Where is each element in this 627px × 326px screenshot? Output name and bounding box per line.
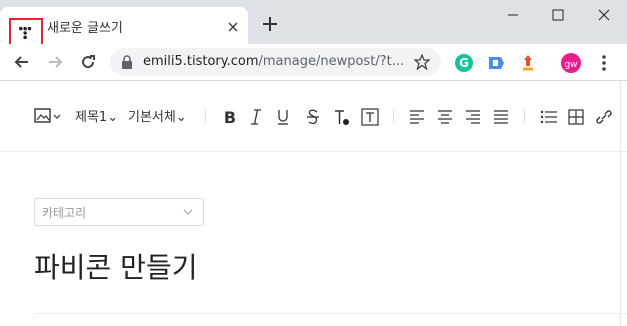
toolbar-divider	[205, 109, 206, 123]
svg-text:B: B	[224, 108, 236, 127]
font-dropdown[interactable]: 기본서체⌄	[128, 106, 187, 128]
align-left-icon[interactable]	[409, 106, 425, 128]
tab-title: 새로운 글쓰기	[47, 21, 123, 36]
table-icon[interactable]	[568, 106, 584, 128]
heading-dropdown[interactable]: 제목1⌄	[75, 106, 118, 128]
chevron-down-icon: ⌄	[107, 110, 119, 125]
maximize-icon[interactable]	[535, 0, 581, 30]
align-center-icon[interactable]	[437, 106, 453, 128]
title-divider	[34, 313, 627, 314]
close-icon[interactable]	[581, 0, 627, 30]
url-host: emili5.tistory.com	[143, 54, 259, 69]
address-bar[interactable]: emili5.tistory.com/manage/newpost/?t...	[110, 48, 441, 76]
text-background-icon[interactable]	[361, 106, 379, 128]
tab-close-icon[interactable]	[226, 20, 240, 34]
back-arrow-icon[interactable]	[12, 52, 32, 72]
tag-extension-icon[interactable]	[486, 53, 506, 73]
insert-image-button[interactable]	[34, 106, 62, 128]
font-dropdown-label: 기본서체	[128, 110, 176, 125]
underline-icon[interactable]	[275, 106, 291, 128]
toolbar-divider	[393, 109, 394, 123]
new-tab-icon[interactable]	[262, 16, 278, 32]
tab-strip: 새로운 글쓰기	[0, 0, 627, 48]
toolbar-divider	[524, 109, 525, 123]
url-path: /manage/newpost/?t...	[258, 54, 405, 69]
svg-text:G: G	[459, 56, 469, 70]
tistory-icon	[19, 26, 32, 40]
profile-avatar[interactable]: gw	[561, 53, 581, 73]
chevron-down-icon: ⌄	[175, 110, 187, 125]
image-icon	[34, 108, 61, 123]
category-dropdown[interactable]: 카테고리	[34, 198, 204, 226]
bookmark-star-icon[interactable]	[414, 54, 430, 70]
strikethrough-icon[interactable]	[305, 106, 321, 128]
lock-icon	[122, 55, 132, 69]
link-icon[interactable]	[596, 106, 612, 128]
heading-dropdown-label: 제목1	[75, 110, 108, 125]
align-justify-icon[interactable]	[493, 106, 509, 128]
align-right-icon[interactable]	[465, 106, 481, 128]
forward-arrow-icon[interactable]	[45, 52, 65, 72]
category-placeholder: 카테고리	[42, 206, 87, 220]
text-color-icon[interactable]	[333, 106, 351, 128]
post-title-input[interactable]: 파비콘 만들기	[34, 246, 197, 286]
reload-icon[interactable]	[78, 52, 98, 72]
editor-toolbar: 제목1⌄ 기본서체⌄ B	[0, 81, 627, 152]
svg-text:gw: gw	[564, 60, 577, 70]
browser-toolbar: emili5.tistory.com/manage/newpost/?t... …	[0, 44, 627, 81]
editor-right-border	[620, 81, 621, 326]
bullet-list-icon[interactable]	[540, 106, 558, 128]
bold-icon[interactable]: B	[222, 106, 238, 128]
italic-icon[interactable]	[248, 106, 264, 128]
grammarly-icon[interactable]: G	[454, 53, 474, 73]
minimize-icon[interactable]	[490, 0, 536, 30]
url-text: emili5.tistory.com/manage/newpost/?t...	[143, 54, 404, 69]
pin-extension-icon[interactable]	[518, 53, 538, 73]
more-menu-icon[interactable]	[598, 53, 610, 73]
chevron-down-icon	[183, 209, 193, 215]
browser-tab[interactable]: 새로운 글쓰기	[0, 7, 248, 48]
